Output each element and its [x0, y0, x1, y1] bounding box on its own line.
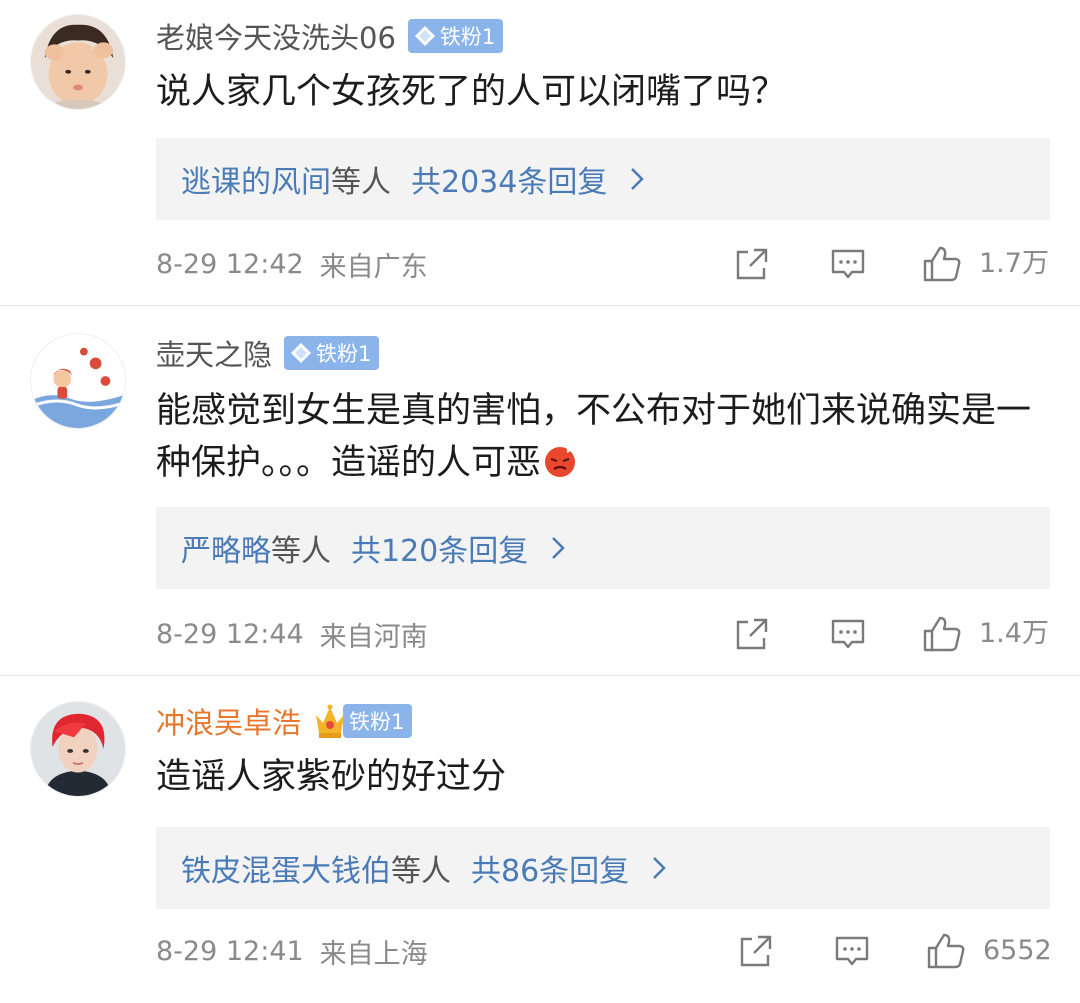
comment-header: 老娘今天没洗头06 铁粉1	[156, 14, 504, 58]
reply-users[interactable]: 铁皮混蛋大钱伯	[181, 846, 391, 890]
comment-actions: 6552	[0, 931, 1080, 971]
crown-icon	[316, 704, 345, 738]
chevron-right-icon	[653, 857, 666, 879]
thumbs-up-icon[interactable]	[922, 246, 962, 282]
like-count: 1.7万	[979, 248, 1049, 279]
avatar[interactable]	[30, 333, 126, 429]
diamond-icon	[291, 343, 312, 363]
reply-count[interactable]: 共2034条回复	[411, 157, 607, 201]
thumbs-up-icon[interactable]	[926, 933, 966, 969]
comment-icon[interactable]	[830, 616, 866, 652]
comment-item: 冲浪吴卓浩 铁粉1 造谣人家紫砂的好过分 铁皮混蛋大钱伯 等人 共86条回复 8…	[0, 675, 1080, 1003]
replies-preview[interactable]: 铁皮混蛋大钱伯 等人 共86条回复	[156, 827, 1050, 909]
replies-preview[interactable]: 严略略 等人 共120条回复	[156, 507, 1050, 589]
reply-suffix: 等人	[331, 165, 391, 200]
fan-badge[interactable]: 铁粉1	[343, 704, 413, 738]
comment-icon[interactable]	[830, 246, 866, 282]
reply-count[interactable]: 共86条回复	[471, 846, 629, 890]
comment-header: 壶天之隐 铁粉1	[156, 331, 380, 375]
share-icon[interactable]	[738, 933, 774, 969]
comment-item: 壶天之隐 铁粉1 能感觉到女生是真的害怕，不公布对于她们来说确实是一种保护。。。…	[0, 305, 1080, 676]
reply-suffix: 等人	[271, 534, 331, 569]
badge-label: 铁粉1	[349, 710, 405, 734]
comment-header: 冲浪吴卓浩 铁粉1	[156, 699, 413, 743]
avatar[interactable]	[30, 14, 126, 110]
replies-preview[interactable]: 逃课的风间 等人 共2034条回复	[156, 138, 1050, 220]
reply-suffix: 等人	[391, 854, 451, 889]
comment-icon[interactable]	[834, 933, 870, 969]
comment-item: 老娘今天没洗头06 铁粉1 说人家几个女孩死了的人可以闭嘴了吗？ 逃课的风间 等…	[0, 0, 1080, 306]
comment-actions: 1.4万	[0, 614, 1080, 654]
thumbs-up-icon[interactable]	[922, 616, 962, 652]
avatar[interactable]	[30, 701, 126, 797]
comment-text-content: 能感觉到女生是真的害怕，不公布对于她们来说确实是一种保护。。。造谣的人可恶	[156, 391, 1032, 483]
fan-badge[interactable]: 铁粉1	[407, 19, 504, 53]
username[interactable]: 冲浪吴卓浩	[156, 700, 301, 742]
comment-text: 造谣人家紫砂的好过分	[156, 757, 507, 797]
username[interactable]: 壶天之隐	[156, 332, 272, 374]
badge-label: 铁粉1	[439, 25, 496, 49]
username[interactable]: 老娘今天没洗头06	[156, 15, 396, 57]
comment-text: 能感觉到女生是真的害怕，不公布对于她们来说确实是一种保护。。。造谣的人可恶	[156, 385, 1036, 489]
fan-badge[interactable]: 铁粉1	[284, 336, 380, 370]
anger-emoji-icon	[545, 447, 576, 477]
share-icon[interactable]	[734, 246, 770, 282]
share-icon[interactable]	[734, 616, 770, 652]
badge-label: 铁粉1	[316, 342, 372, 366]
comment-text: 说人家几个女孩死了的人可以闭嘴了吗？	[156, 72, 787, 112]
like-count: 1.4万	[979, 618, 1049, 649]
comment-actions: 1.7万	[0, 244, 1080, 284]
diamond-icon	[414, 26, 435, 46]
like-count: 6552	[983, 935, 1052, 966]
chevron-right-icon	[552, 537, 566, 559]
reply-users[interactable]: 严略略	[181, 526, 271, 570]
chevron-right-icon	[631, 168, 645, 190]
reply-users[interactable]: 逃课的风间	[181, 157, 331, 201]
reply-count[interactable]: 共120条回复	[351, 526, 528, 570]
